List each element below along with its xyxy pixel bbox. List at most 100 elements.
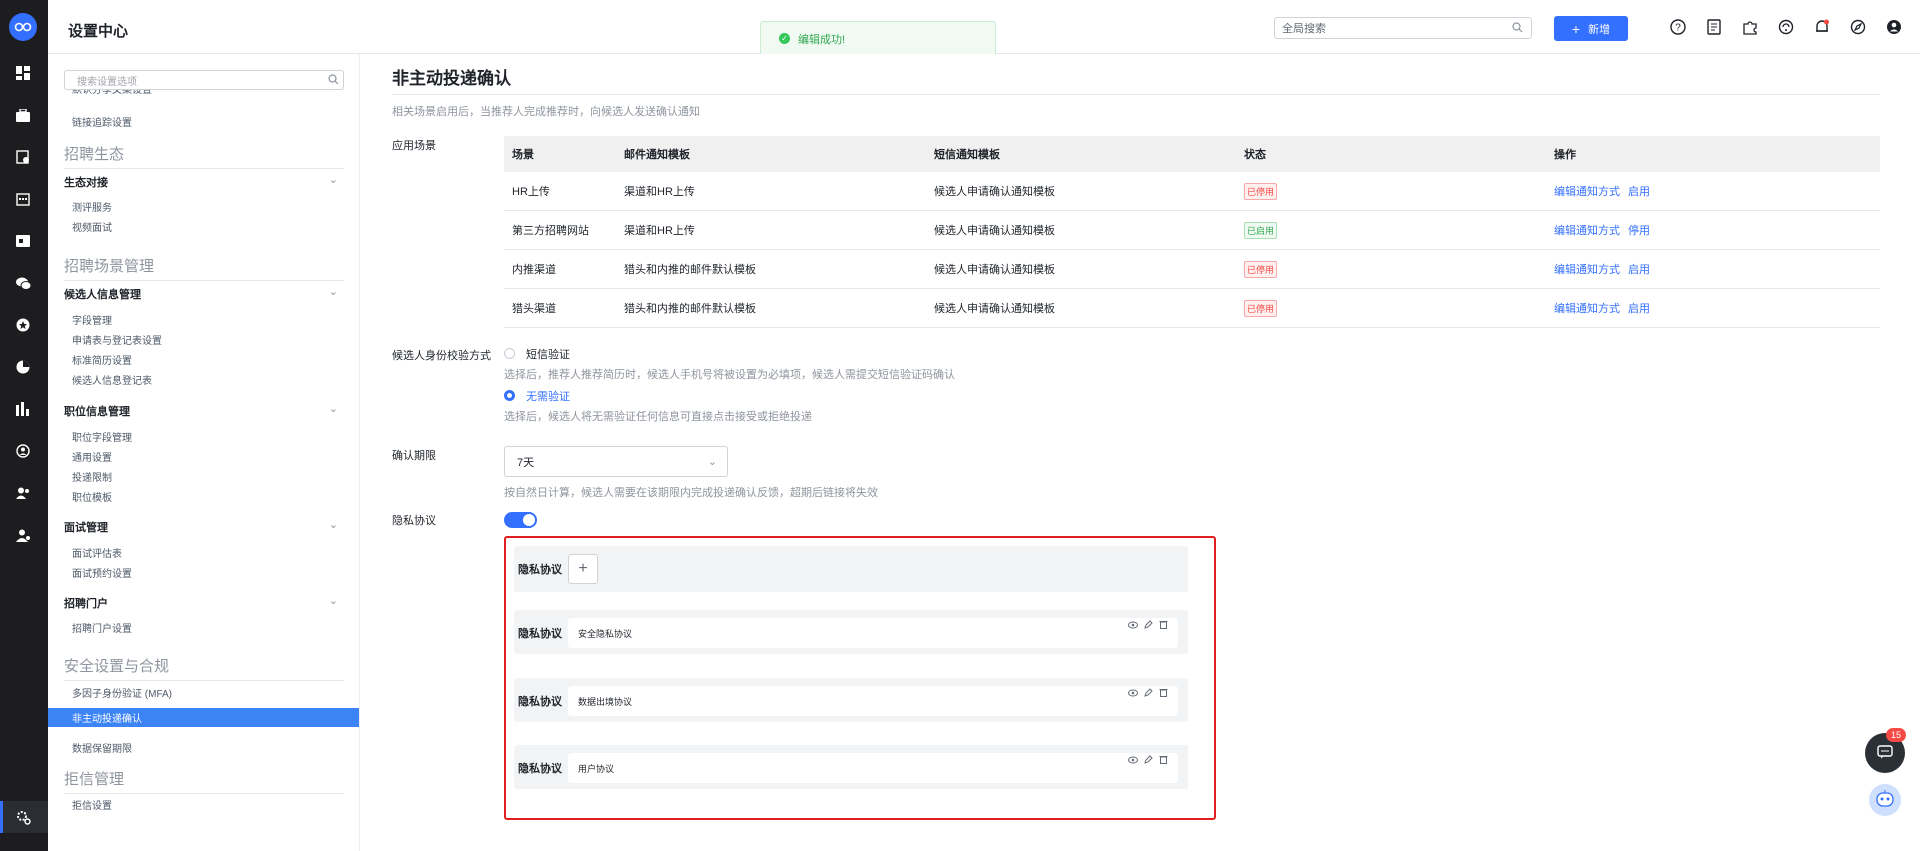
delete-icon[interactable] <box>1159 620 1168 632</box>
privacy-item-box[interactable]: 用户协议 <box>568 753 1178 783</box>
pie-icon[interactable] <box>14 358 32 376</box>
app-logo[interactable] <box>9 13 37 41</box>
support-icon[interactable] <box>1777 18 1795 36</box>
sidebar-sub-eco-link[interactable]: 生态对接 ⌄ <box>64 174 344 190</box>
sidebar-item-field-mgmt[interactable]: 字段管理 <box>72 312 112 327</box>
task-icon[interactable] <box>14 148 32 166</box>
toggle-status-link[interactable]: 启用 <box>1628 264 1650 276</box>
privacy-card-label: 隐私协议 <box>518 763 562 775</box>
sidebar-item-std-resume[interactable]: 标准简历设置 <box>72 352 132 367</box>
table-row: 猎头渠道 猎头和内推的邮件默认模板 候选人申请确认通知模板 已停用 编辑通知方式… <box>504 289 1880 328</box>
edit-notify-link[interactable]: 编辑通知方式 <box>1554 186 1620 198</box>
bar-chart-icon[interactable] <box>14 400 32 418</box>
new-button[interactable]: + 新增 <box>1554 16 1628 41</box>
chevron-down-icon: ⌄ <box>328 286 338 298</box>
success-toast: ✓ 编辑成功! <box>760 21 996 56</box>
deadline-label: 确认期限 <box>392 450 436 462</box>
edit-icon[interactable] <box>1144 755 1153 767</box>
wechat-icon[interactable] <box>14 274 32 292</box>
assistant-bot-button[interactable] <box>1869 784 1901 816</box>
user-settings-icon[interactable] <box>14 526 32 544</box>
cell-sms: 候选人申请确认通知模板 <box>934 186 1055 198</box>
sidebar-item-test-service[interactable]: 测评服务 <box>72 199 112 214</box>
plugin-icon[interactable] <box>1741 18 1759 36</box>
sidebar-item-link-track[interactable]: 链接追踪设置 <box>72 114 132 129</box>
sidebar-item-reject-setting[interactable]: 拒信设置 <box>72 797 112 812</box>
global-search-input[interactable]: 全局搜索 <box>1274 17 1532 39</box>
sidebar-sub-job[interactable]: 职位信息管理 ⌄ <box>64 403 344 419</box>
eye-icon[interactable] <box>1128 620 1138 632</box>
eye-icon[interactable] <box>1128 688 1138 700</box>
notification-bell-icon[interactable] <box>1813 18 1831 36</box>
sidebar-item-video-interview[interactable]: 视频面试 <box>72 219 112 234</box>
privacy-item-box[interactable]: 数据出境协议 <box>568 686 1178 716</box>
sidebar-sub-portal[interactable]: 招聘门户 ⌄ <box>64 595 344 611</box>
delete-icon[interactable] <box>1159 688 1168 700</box>
sidebar-group-scene: 招聘场景管理 <box>64 255 344 281</box>
edit-icon[interactable] <box>1144 688 1153 700</box>
global-search-placeholder: 全局搜索 <box>1282 23 1326 35</box>
table-row: HR上传 渠道和HR上传 候选人申请确认通知模板 已停用 编辑通知方式 启用 <box>504 172 1880 211</box>
search-icon <box>328 74 339 88</box>
no-verify-desc: 选择后，候选人将无需验证任何信息可直接点击接受或拒绝投递 <box>504 411 812 423</box>
sidebar-item-retention[interactable]: 数据保留期限 <box>72 740 132 755</box>
toggle-status-link[interactable]: 启用 <box>1628 186 1650 198</box>
cell-mail: 渠道和HR上传 <box>624 186 695 198</box>
privacy-item-box[interactable]: 安全隐私协议 <box>568 618 1178 648</box>
toggle-status-link[interactable]: 停用 <box>1628 225 1650 237</box>
sidebar-item-booking[interactable]: 面试预约设置 <box>72 565 132 580</box>
briefcase-icon[interactable] <box>14 106 32 124</box>
robot-icon <box>1875 789 1895 811</box>
radio-sms-verify[interactable] <box>504 348 515 359</box>
star-icon[interactable] <box>14 316 32 334</box>
sidebar-item-portal-setting[interactable]: 招聘门户设置 <box>72 620 132 635</box>
sidebar-sub-label: 生态对接 <box>64 177 108 189</box>
delete-icon[interactable] <box>1159 755 1168 767</box>
user-avatar-icon[interactable] <box>1885 18 1903 36</box>
sidebar-item-delivery-limit[interactable]: 投递限制 <box>72 469 112 484</box>
sidebar-item-passive-active[interactable]: 非主动投递确认 <box>48 708 359 727</box>
cell-scene: HR上传 <box>512 186 550 198</box>
cell-scene: 第三方招聘网站 <box>512 225 589 237</box>
edit-notify-link[interactable]: 编辑通知方式 <box>1554 264 1620 276</box>
edit-notify-link[interactable]: 编辑通知方式 <box>1554 303 1620 315</box>
add-privacy-button[interactable]: + <box>568 554 598 584</box>
sidebar-item-apply-form[interactable]: 申请表与登记表设置 <box>72 332 162 347</box>
edit-icon[interactable] <box>1144 620 1153 632</box>
sidebar-item-job-template[interactable]: 职位模板 <box>72 489 112 504</box>
sidebar-item-cand-reg[interactable]: 候选人信息登记表 <box>72 372 152 387</box>
settings-search-input[interactable]: 搜索设置选项 <box>64 70 344 90</box>
sms-verify-desc: 选择后，推荐人推荐简历时，候选人手机号将被设置为必填项，候选人需提交短信验证码确… <box>504 369 955 381</box>
sidebar-item-mfa[interactable]: 多因子身份验证 (MFA) <box>72 685 172 700</box>
help-icon[interactable]: ? <box>1669 18 1687 36</box>
sidebar-group-security: 安全设置与合规 <box>64 655 344 681</box>
calendar-icon[interactable] <box>14 190 32 208</box>
radio-no-verify[interactable] <box>504 390 515 401</box>
plus-icon: + <box>1571 20 1581 37</box>
cell-sms: 候选人申请确认通知模板 <box>934 303 1055 315</box>
compass-icon[interactable] <box>1849 18 1867 36</box>
sidebar-sub-interview[interactable]: 面试管理 ⌄ <box>64 519 344 535</box>
toggle-status-link[interactable]: 启用 <box>1628 303 1650 315</box>
sidebar-item-general[interactable]: 通用设置 <box>72 449 112 464</box>
sidebar-item-eval-form[interactable]: 面试评估表 <box>72 545 122 560</box>
privacy-toggle[interactable] <box>504 512 537 528</box>
verify-label: 候选人身份校验方式 <box>392 350 491 362</box>
edit-notify-link[interactable]: 编辑通知方式 <box>1554 225 1620 237</box>
sidebar-item-job-field[interactable]: 职位字段管理 <box>72 429 132 444</box>
eye-icon[interactable] <box>1128 755 1138 767</box>
dashboard-icon[interactable] <box>14 64 32 82</box>
settings-gear-icon[interactable] <box>14 808 32 826</box>
team-icon[interactable] <box>14 484 32 502</box>
page-title: 非主动投递确认 <box>392 69 511 88</box>
sidebar-item-share-text[interactable]: 默认分享文案设置 <box>72 90 152 98</box>
document-icon[interactable] <box>1705 18 1723 36</box>
chat-badge: 15 <box>1886 728 1906 742</box>
scene-label: 应用场景 <box>392 140 436 152</box>
chevron-down-icon: ⌄ <box>707 456 717 468</box>
title-divider <box>392 94 1880 95</box>
sidebar-sub-cand[interactable]: 候选人信息管理 ⌄ <box>64 286 344 302</box>
deadline-select[interactable]: 7天 ⌄ <box>504 446 728 477</box>
id-card-icon[interactable] <box>14 232 32 250</box>
talent-icon[interactable] <box>14 442 32 460</box>
